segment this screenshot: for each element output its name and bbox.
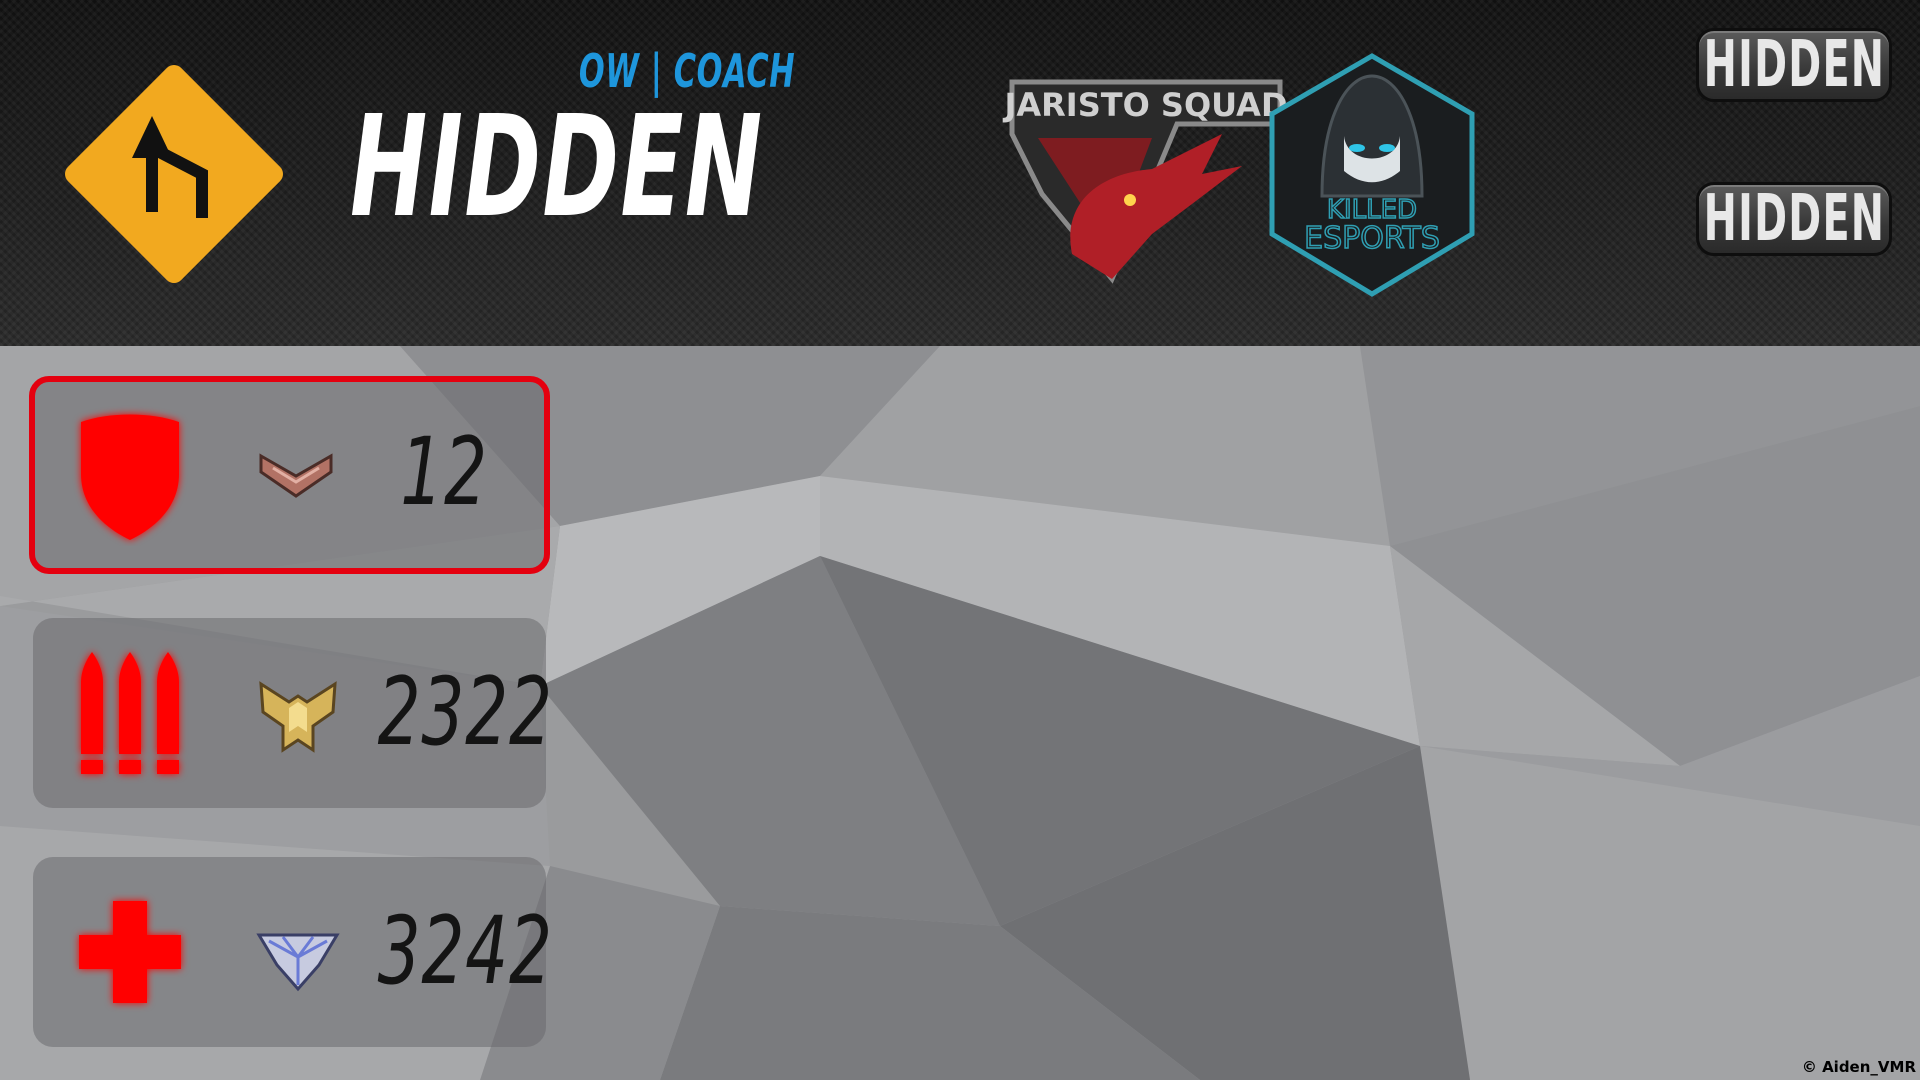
- tank-shield-icon: [81, 414, 179, 540]
- jaristo-squad-logo: JARISTO SQUAD: [1002, 79, 1288, 284]
- support-cross-icon: [79, 901, 181, 1003]
- info-pill-1-label: HIDDEN: [1703, 28, 1885, 102]
- player-name: HIDDEN: [350, 86, 764, 249]
- info-pill-2-label: HIDDEN: [1703, 182, 1885, 256]
- gold-rank-icon: [259, 681, 337, 753]
- copyright-notice: © Aiden_VMR: [1801, 1058, 1916, 1076]
- support-sr-value: 3242: [377, 897, 553, 1006]
- role-card-support: 3242: [33, 857, 553, 1047]
- role-card-damage: 2322: [33, 618, 553, 808]
- info-pill-2: HIDDEN: [1696, 182, 1892, 256]
- killed-esports-logo: KILLED ESPORTS: [1269, 53, 1475, 297]
- jaristo-logo-text: JARISTO SQUAD: [1002, 86, 1287, 124]
- killed-logo-text-line2: ESPORTS: [1304, 221, 1440, 256]
- damage-sr-value: 2322: [377, 658, 553, 767]
- winding-road-sign-icon: [65, 65, 283, 283]
- tank-sr-value: 12: [400, 418, 488, 527]
- damage-bullets-icon: [81, 652, 179, 774]
- bronze-rank-icon: [259, 453, 333, 498]
- diamond-rank-icon: [256, 933, 340, 992]
- info-pill-1: HIDDEN: [1696, 28, 1892, 102]
- header-bar: OW | COACH HIDDEN JARISTO SQUAD KILLED E…: [0, 0, 1920, 346]
- role-card-tank: 12: [29, 376, 550, 574]
